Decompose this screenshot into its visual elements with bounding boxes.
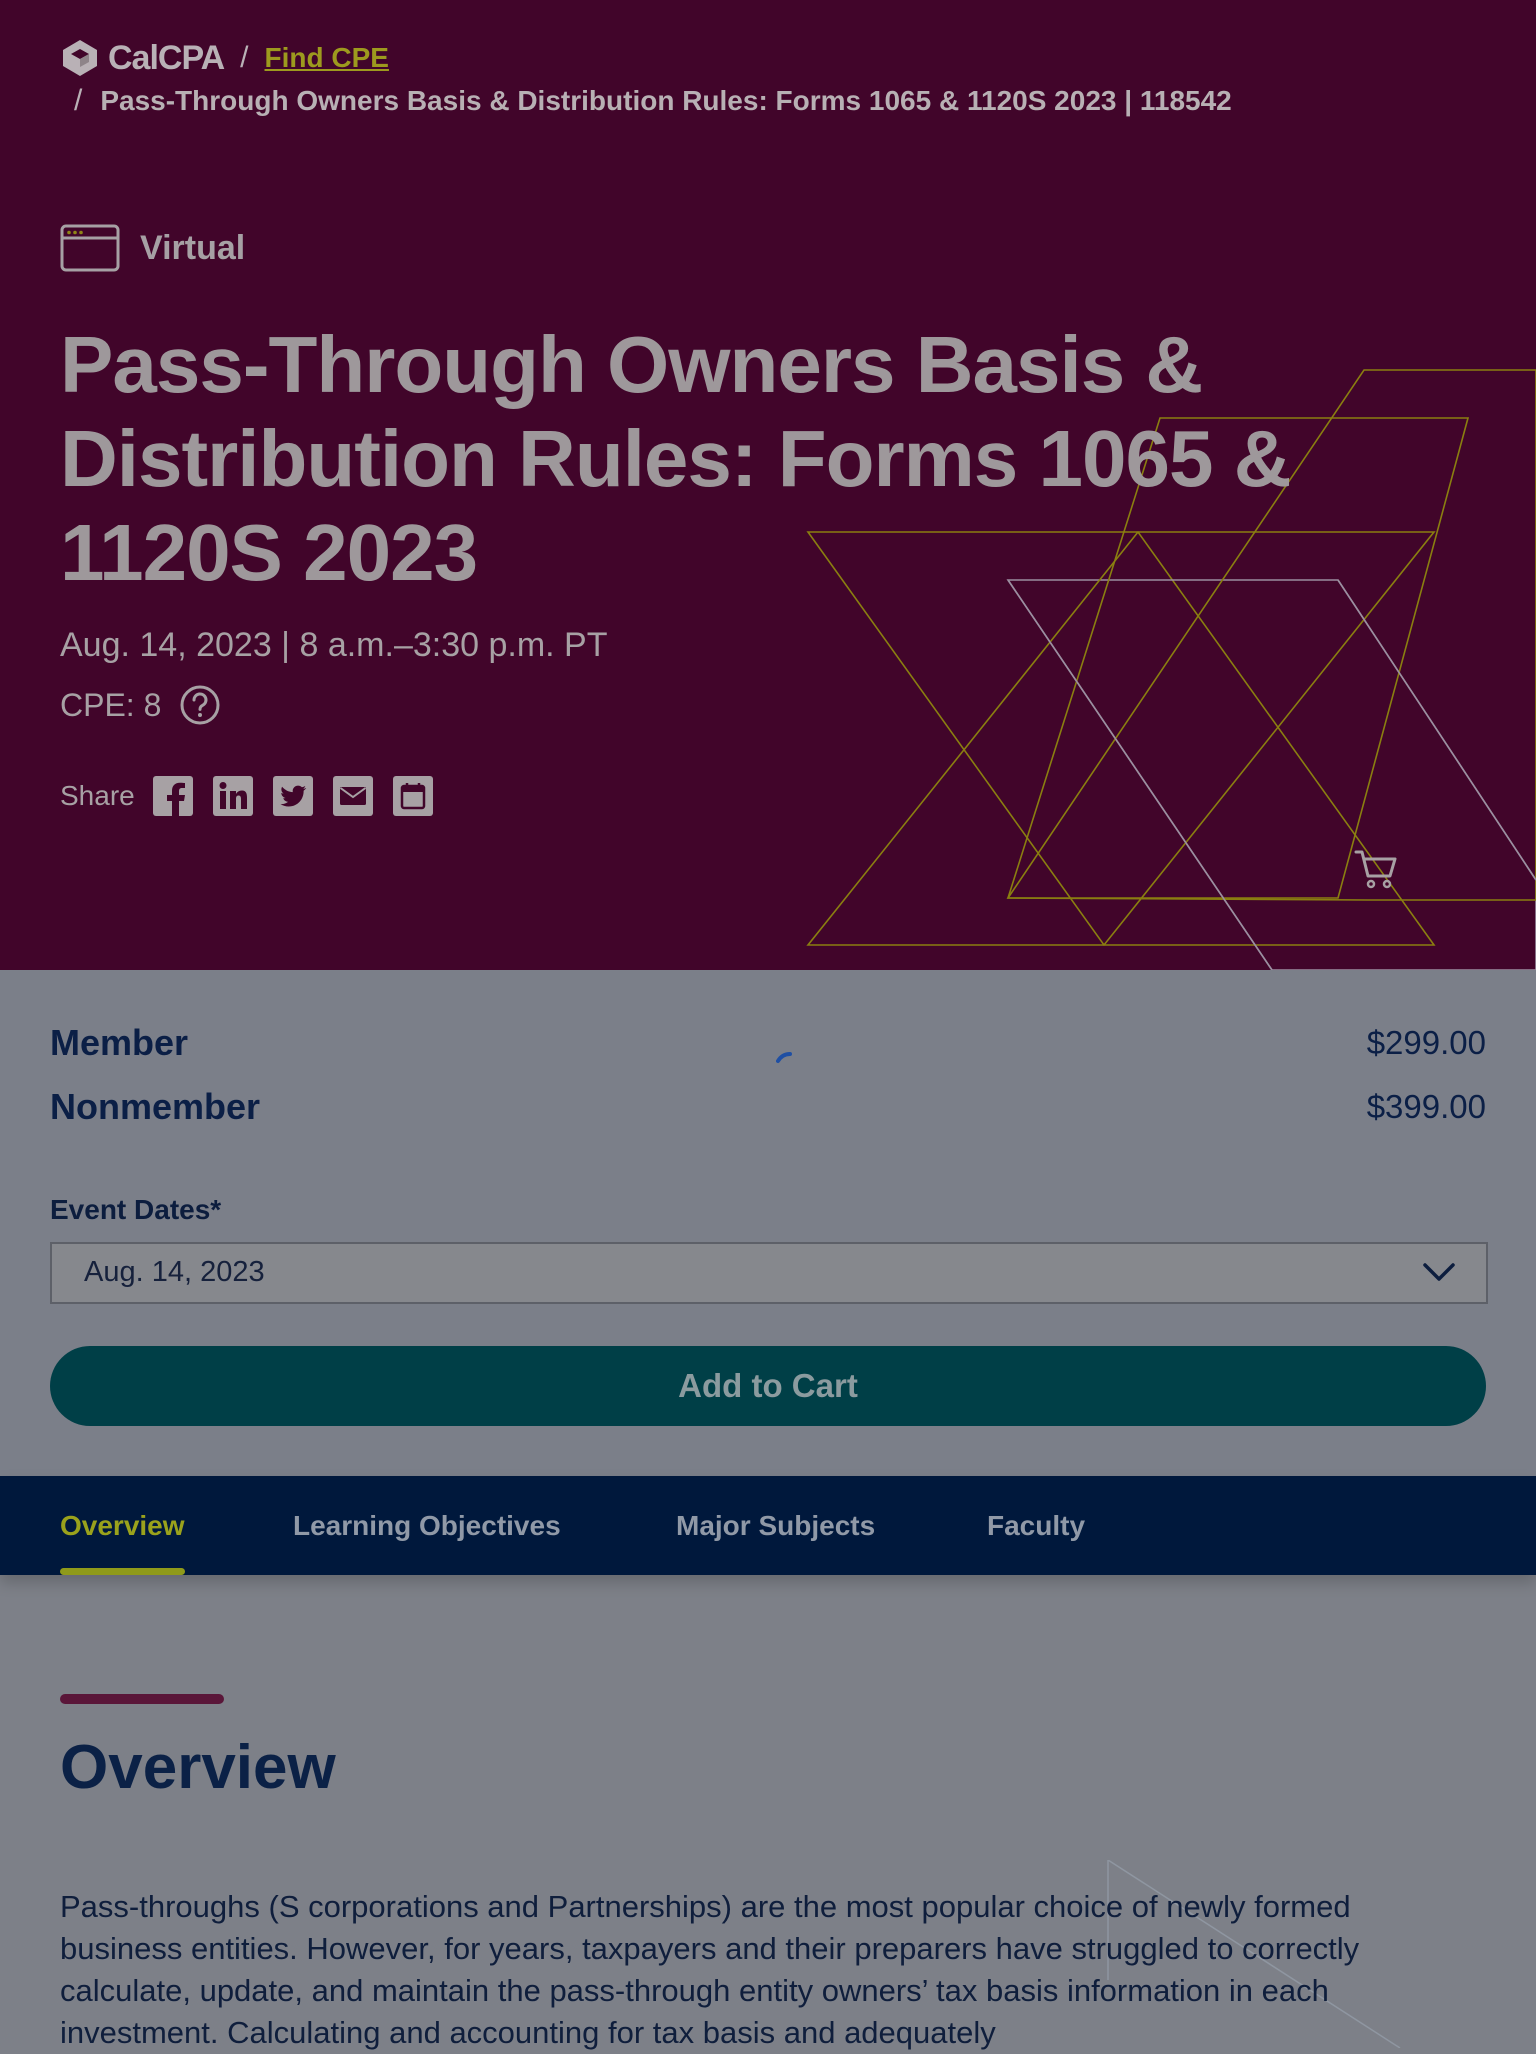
breadcrumb-link-find-cpe[interactable]: Find CPE xyxy=(265,42,389,74)
tab-label: Overview xyxy=(60,1509,185,1541)
overview-text: Pass-throughs (S corporations and Partne… xyxy=(60,1889,1360,2050)
tab-active-indicator xyxy=(60,1568,185,1575)
event-dates-selected: Aug. 14, 2023 xyxy=(84,1256,265,1288)
overview-heading: Overview xyxy=(60,1733,336,1802)
section-tabs: Overview Learning Objectives Major Subje… xyxy=(0,1476,1536,1575)
cpe-label: CPE: 8 xyxy=(60,686,162,723)
add-to-cart-button[interactable]: Add to Cart xyxy=(50,1346,1486,1426)
hero-banner: CalCPA / Find CPE / Pass-Through Owners … xyxy=(0,0,1536,970)
tab-label: Faculty xyxy=(987,1509,1086,1541)
share-bar: Share xyxy=(60,776,453,816)
tab-overview[interactable]: Overview xyxy=(60,1476,185,1575)
page-title: Pass-Through Owners Basis & Distribution… xyxy=(60,320,1291,597)
cpe-credits: CPE: 8 xyxy=(60,684,221,726)
price-label: Member xyxy=(50,1022,189,1063)
linkedin-icon[interactable] xyxy=(212,776,253,816)
cart-icon[interactable] xyxy=(1354,848,1400,890)
price-label: Nonmember xyxy=(50,1086,261,1127)
event-dates-label: Event Dates* xyxy=(50,1194,222,1225)
tab-label: Learning Objectives xyxy=(293,1509,561,1541)
price-value: $299.00 xyxy=(1366,1024,1486,1061)
event-dates-select[interactable]: Aug. 14, 2023 xyxy=(50,1242,1488,1304)
facebook-icon[interactable] xyxy=(152,776,193,816)
tab-faculty[interactable]: Faculty xyxy=(987,1476,1085,1575)
browser-window-icon xyxy=(60,224,120,272)
twitter-icon[interactable] xyxy=(272,776,313,816)
calendar-icon[interactable] xyxy=(392,776,433,816)
breadcrumb-current: Pass-Through Owners Basis & Distribution… xyxy=(100,85,1232,116)
event-format: Virtual xyxy=(60,224,245,272)
price-row-member: Member $299.00 xyxy=(50,1022,1486,1064)
event-date-time: Aug. 14, 2023 | 8 a.m.–3:30 p.m. PT xyxy=(60,626,608,664)
help-icon[interactable] xyxy=(179,684,221,726)
price-row-nonmember: Nonmember $399.00 xyxy=(50,1086,1486,1128)
loading-spinner-icon xyxy=(776,1052,792,1063)
section-accent-bar xyxy=(60,1694,224,1704)
email-icon[interactable] xyxy=(332,776,373,816)
tab-learning-objectives[interactable]: Learning Objectives xyxy=(293,1476,561,1575)
logo-text[interactable]: CalCPA xyxy=(108,39,225,78)
breadcrumb: CalCPA / Find CPE / Pass-Through Owners … xyxy=(60,38,1232,120)
format-label: Virtual xyxy=(140,228,246,267)
breadcrumb-separator: / xyxy=(240,41,249,74)
share-label: Share xyxy=(60,780,135,811)
tab-label: Major Subjects xyxy=(676,1509,876,1541)
tab-major-subjects[interactable]: Major Subjects xyxy=(676,1476,875,1575)
breadcrumb-separator: / xyxy=(74,84,83,117)
calcpa-logo-icon[interactable] xyxy=(60,38,100,78)
chevron-down-icon xyxy=(1423,1263,1455,1281)
price-value: $399.00 xyxy=(1366,1088,1486,1125)
